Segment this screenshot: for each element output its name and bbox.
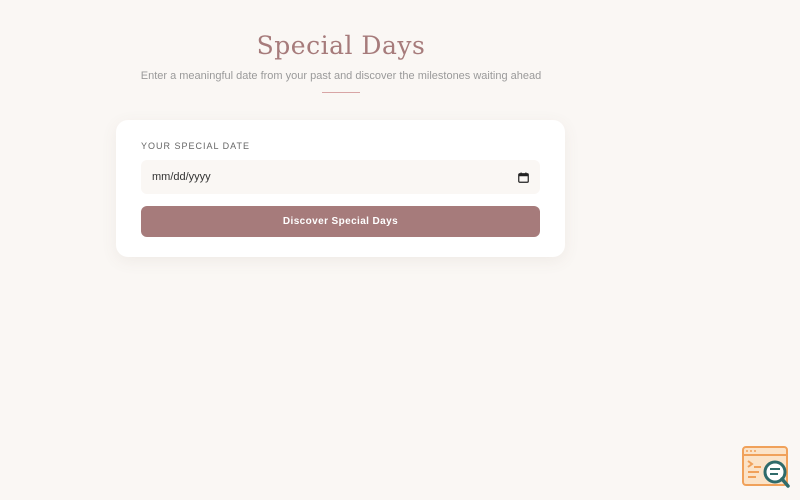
date-form-card: YOUR SPECIAL DATE mm/dd/yyyy Discover Sp… — [116, 120, 565, 257]
page-subtitle: Enter a meaningful date from your past a… — [140, 70, 542, 82]
page: Special Days Enter a meaningful date fro… — [0, 0, 800, 500]
date-field-label: YOUR SPECIAL DATE — [141, 141, 251, 151]
page-title: Special Days — [256, 31, 426, 60]
discover-button[interactable]: Discover Special Days — [141, 206, 540, 237]
code-search-badge-icon[interactable] — [741, 445, 791, 489]
date-input[interactable]: mm/dd/yyyy — [141, 160, 540, 194]
date-input-value: mm/dd/yyyy — [152, 171, 211, 183]
title-divider — [322, 92, 360, 93]
header: Special Days Enter a meaningful date fro… — [116, 28, 566, 93]
calendar-icon[interactable] — [518, 172, 529, 183]
